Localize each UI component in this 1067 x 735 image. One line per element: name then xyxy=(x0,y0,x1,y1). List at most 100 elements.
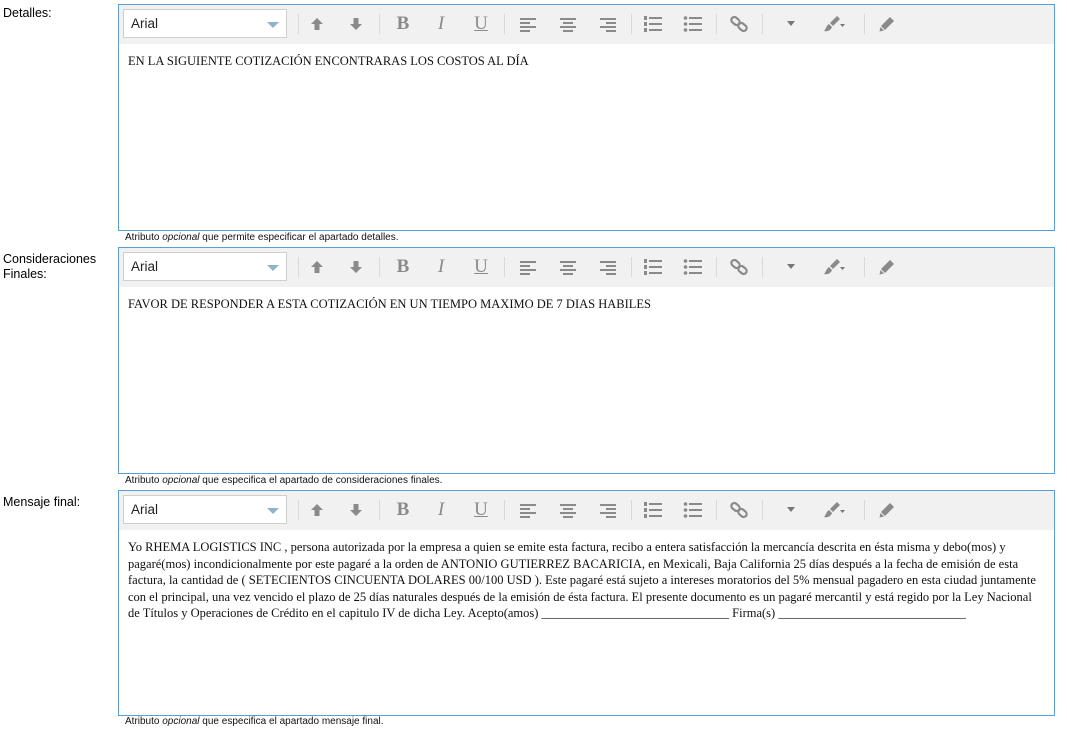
bold-button[interactable]: B xyxy=(389,11,417,37)
pencil-icon xyxy=(879,503,894,518)
text-color-dropdown[interactable] xyxy=(777,254,805,280)
rich-text-editor: Arial B I U FAVOR DE RESPONDER A ESTA CO… xyxy=(118,247,1055,474)
align-center-icon xyxy=(560,504,576,518)
align-right-button[interactable] xyxy=(594,497,622,523)
bold-button[interactable]: B xyxy=(389,254,417,280)
link-button[interactable] xyxy=(725,11,753,37)
bold-button[interactable]: B xyxy=(389,497,417,523)
toolbar-separator xyxy=(298,500,299,520)
align-left-button[interactable] xyxy=(514,11,542,37)
italic-button[interactable]: I xyxy=(427,254,455,280)
text-color-dropdown[interactable] xyxy=(777,11,805,37)
underline-button[interactable]: U xyxy=(467,11,495,37)
editor-toolbar: Arial B I U xyxy=(119,248,1054,287)
link-icon xyxy=(730,501,748,519)
align-left-button[interactable] xyxy=(514,254,542,280)
toolbar-separator xyxy=(298,14,299,34)
toolbar-separator xyxy=(379,257,380,277)
align-center-button[interactable] xyxy=(554,254,582,280)
toolbar-separator xyxy=(864,14,865,34)
unordered-list-button[interactable] xyxy=(679,11,707,37)
ordered-list-icon xyxy=(644,259,662,275)
align-right-icon xyxy=(600,504,616,518)
toolbar-separator xyxy=(864,500,865,520)
field-hint: Atributo opcional que especifica el apar… xyxy=(125,716,384,727)
align-right-button[interactable] xyxy=(594,11,622,37)
align-right-button[interactable] xyxy=(594,254,622,280)
align-center-button[interactable] xyxy=(554,497,582,523)
link-button[interactable] xyxy=(725,254,753,280)
unordered-list-button[interactable] xyxy=(679,497,707,523)
pencil-icon xyxy=(879,260,894,275)
unordered-list-button[interactable] xyxy=(679,254,707,280)
underline-button[interactable]: U xyxy=(467,254,495,280)
field-label: Detalles: xyxy=(3,6,52,20)
bullet-list-icon xyxy=(683,16,702,32)
ordered-list-icon xyxy=(644,16,662,32)
bullet-list-icon xyxy=(683,259,702,275)
move-up-button[interactable] xyxy=(303,254,331,280)
highlight-button[interactable] xyxy=(815,11,853,37)
field-hint: Atributo opcional que permite especifica… xyxy=(125,232,399,243)
arrow-down-icon xyxy=(350,504,362,516)
chevron-down-icon xyxy=(787,507,795,512)
toolbar-separator xyxy=(379,14,380,34)
rich-text-editor: Arial B I U Yo RHEMA LOGISTICS INC , per… xyxy=(118,490,1055,716)
toolbar-separator xyxy=(631,257,632,277)
font-family-select[interactable]: Arial xyxy=(123,252,287,281)
align-center-button[interactable] xyxy=(554,11,582,37)
edit-source-button[interactable] xyxy=(873,11,901,37)
align-center-icon xyxy=(560,18,576,32)
edit-source-button[interactable] xyxy=(873,254,901,280)
rich-text-editor: Arial B I U EN LA SIGUIENTE COTIZACIÓN E… xyxy=(118,4,1055,231)
paintbrush-icon xyxy=(824,16,845,32)
highlight-button[interactable] xyxy=(815,497,853,523)
edit-source-button[interactable] xyxy=(873,497,901,523)
ordered-list-icon xyxy=(644,502,662,518)
field-label: Mensaje final: xyxy=(3,495,81,509)
arrow-down-icon xyxy=(350,261,362,273)
italic-button[interactable]: I xyxy=(427,497,455,523)
ordered-list-button[interactable] xyxy=(639,11,667,37)
pencil-icon xyxy=(879,17,894,32)
move-up-button[interactable] xyxy=(303,497,331,523)
editor-toolbar: Arial B I U xyxy=(119,491,1054,530)
toolbar-separator xyxy=(864,257,865,277)
toolbar-separator xyxy=(716,500,717,520)
link-button[interactable] xyxy=(725,497,753,523)
highlight-button[interactable] xyxy=(815,254,853,280)
ordered-list-button[interactable] xyxy=(639,254,667,280)
editor-content[interactable]: FAVOR DE RESPONDER A ESTA COTIZACIÓN EN … xyxy=(128,296,1045,313)
align-right-icon xyxy=(600,18,616,32)
align-left-button[interactable] xyxy=(514,497,542,523)
move-down-button[interactable] xyxy=(342,254,370,280)
editor-content[interactable]: Yo RHEMA LOGISTICS INC , persona autoriz… xyxy=(128,539,1045,622)
font-family-select[interactable]: Arial xyxy=(123,9,287,38)
toolbar-separator xyxy=(762,14,763,34)
chevron-down-icon xyxy=(267,508,279,514)
font-family-select[interactable]: Arial xyxy=(123,495,287,524)
toolbar-separator xyxy=(298,257,299,277)
align-left-icon xyxy=(520,504,536,518)
toolbar-separator xyxy=(716,257,717,277)
editor-content[interactable]: EN LA SIGUIENTE COTIZACIÓN ENCONTRARAS L… xyxy=(128,53,1045,70)
underline-button[interactable]: U xyxy=(467,497,495,523)
toolbar-separator xyxy=(716,14,717,34)
align-right-icon xyxy=(600,261,616,275)
bullet-list-icon xyxy=(683,502,702,518)
paintbrush-icon xyxy=(824,259,845,275)
editor-toolbar: Arial B I U xyxy=(119,5,1054,44)
arrow-up-icon xyxy=(311,261,323,273)
move-down-button[interactable] xyxy=(342,497,370,523)
ordered-list-button[interactable] xyxy=(639,497,667,523)
text-color-dropdown[interactable] xyxy=(777,497,805,523)
italic-button[interactable]: I xyxy=(427,11,455,37)
field-label: Consideraciones Finales: xyxy=(3,252,97,281)
field-mensaje-final: Mensaje final: Arial B I U Yo RHEMA LOGI… xyxy=(0,486,1067,735)
toolbar-separator xyxy=(504,257,505,277)
link-icon xyxy=(730,15,748,33)
field-detalles: Detalles: Arial B I U EN LA SIGUIENTE CO… xyxy=(0,0,1067,243)
move-down-button[interactable] xyxy=(342,11,370,37)
arrow-up-icon xyxy=(311,18,323,30)
move-up-button[interactable] xyxy=(303,11,331,37)
